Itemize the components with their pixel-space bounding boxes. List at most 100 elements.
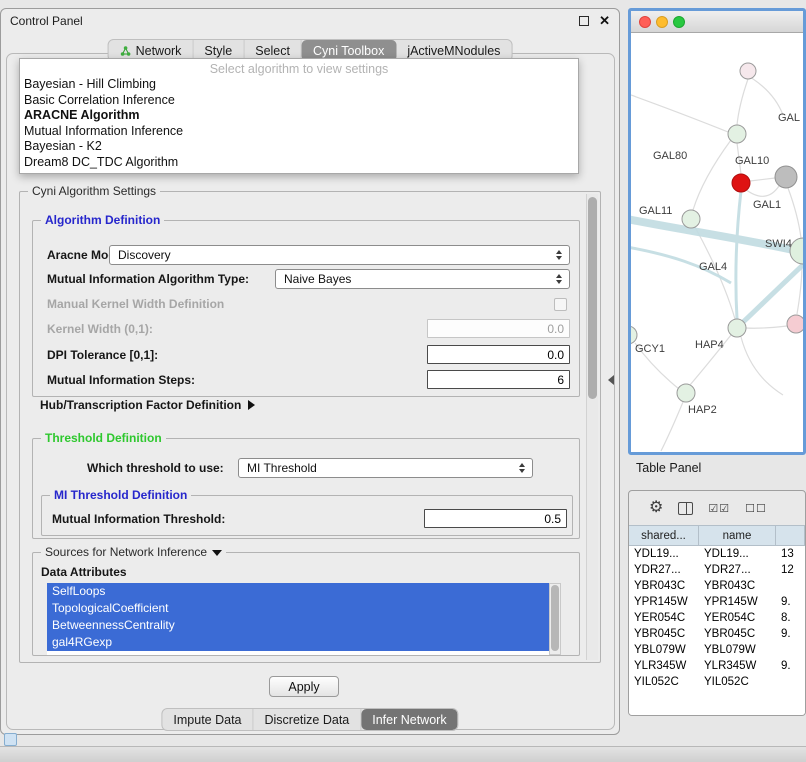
table-row[interactable]: YLR345WYLR345W9. <box>629 658 805 674</box>
select-all-icon[interactable]: ☑☑ <box>708 502 730 515</box>
table-row[interactable]: YER054CYER054C8. <box>629 610 805 626</box>
tab-impute-data[interactable]: Impute Data <box>162 709 253 730</box>
table-row[interactable]: YPR145WYPR145W9. <box>629 594 805 610</box>
settings-scrollbar-thumb[interactable] <box>588 197 597 399</box>
tab-infer-network[interactable]: Infer Network <box>361 709 457 730</box>
column-header-partial[interactable] <box>776 526 805 545</box>
column-header-name[interactable]: name <box>699 526 776 545</box>
cell <box>776 674 805 690</box>
algorithm-option[interactable]: Mutual Information Inference <box>20 124 578 140</box>
attribute-item-selected[interactable]: TopologicalCoefficient <box>47 600 549 617</box>
attribute-item-selected[interactable]: SelfLoops <box>47 583 549 600</box>
expand-right-arrow-icon[interactable] <box>248 400 255 410</box>
tab-discretize-data-label: Discretize Data <box>265 713 350 727</box>
network-node[interactable] <box>728 319 746 337</box>
algorithm-option[interactable]: Dream8 DC_TDC Algorithm <box>20 155 578 171</box>
cell: YLR345W <box>629 658 699 674</box>
sources-title-text: Sources for Network Inference <box>45 545 207 559</box>
algorithm-option[interactable]: Basic Correlation Inference <box>20 93 578 109</box>
algorithm-dropdown-popup: Select algorithm to view settings Bayesi… <box>19 58 579 174</box>
columns-icon[interactable] <box>678 502 693 515</box>
network-node[interactable] <box>740 63 756 79</box>
cyni-bottom-tabs: Impute Data Discretize Data Infer Networ… <box>161 708 458 731</box>
network-window-titlebar[interactable] <box>631 11 803 33</box>
data-attributes-label: Data Attributes <box>41 565 127 579</box>
cell: 8. <box>776 610 805 626</box>
mi-steps-field[interactable] <box>427 370 570 389</box>
minimize-traffic-light[interactable] <box>656 16 668 28</box>
network-node[interactable] <box>682 210 700 228</box>
control-panel-window: Control Panel ✕ Network Style Select Cyn… <box>0 8 620 735</box>
mi-threshold-label: Mutual Information Threshold: <box>52 512 225 526</box>
cell: 9. <box>776 594 805 610</box>
attribute-item-selected[interactable]: gal4RGexp <box>47 634 549 651</box>
network-node[interactable] <box>631 326 637 344</box>
panel-collapse-arrow-icon[interactable] <box>608 375 614 385</box>
close-window-icon[interactable]: ✕ <box>599 13 610 29</box>
network-node[interactable] <box>677 384 695 402</box>
which-threshold-combo[interactable]: MI Threshold <box>238 458 533 478</box>
collapse-down-arrow-icon[interactable] <box>212 550 222 556</box>
apply-button[interactable]: Apply <box>269 676 339 697</box>
manual-kernel-checkbox[interactable] <box>554 298 567 311</box>
node-label: GAL4 <box>699 261 727 273</box>
algorithm-option[interactable]: Bayesian - Hill Climbing <box>20 77 578 93</box>
attributes-scrollbar[interactable] <box>549 583 561 655</box>
cell: YDL19... <box>699 546 776 562</box>
column-header-shared-name[interactable]: shared... <box>629 526 699 545</box>
table-row[interactable]: YIL052CYIL052C <box>629 674 805 690</box>
popup-placeholder[interactable]: Select algorithm to view settings <box>20 61 578 77</box>
mi-threshold-group: MI Threshold Definition Mutual Informati… <box>41 495 573 536</box>
aracne-mode-combo[interactable]: Discovery <box>109 245 570 265</box>
network-node-gray[interactable] <box>775 166 797 188</box>
attribute-item-selected[interactable]: BetweennessCentrality <box>47 617 549 634</box>
cell: YBR045C <box>699 626 776 642</box>
which-threshold-value: MI Threshold <box>239 461 515 475</box>
cell: 12 <box>776 562 805 578</box>
cell: YPR145W <box>629 594 699 610</box>
network-node-pink[interactable] <box>787 315 803 333</box>
cell: YBR045C <box>629 626 699 642</box>
cell: YBL079W <box>629 642 699 658</box>
minimized-panel-icon[interactable] <box>4 733 17 746</box>
cell: YPR145W <box>699 594 776 610</box>
table-row[interactable]: YBR043CYBR043C <box>629 578 805 594</box>
table-row[interactable]: YDR27...YDR27...12 <box>629 562 805 578</box>
network-node-red[interactable] <box>732 174 750 192</box>
settings-group-title: Cyni Algorithm Settings <box>28 184 160 198</box>
table-row[interactable]: YBL079WYBL079W <box>629 642 805 658</box>
node-label: SWI4 <box>765 238 792 250</box>
hub-definition-section[interactable]: Hub/Transcription Factor Definition <box>40 398 255 412</box>
network-node[interactable] <box>790 238 803 264</box>
cell: YBR043C <box>699 578 776 594</box>
network-canvas[interactable]: GAL GAL80 GAL10 GAL11 GAL1 SWI4 GAL4 GCY… <box>631 33 803 452</box>
network-node-labels: GAL GAL80 GAL10 GAL11 GAL1 SWI4 GAL4 GCY… <box>635 112 800 416</box>
close-traffic-light[interactable] <box>639 16 651 28</box>
kernel-width-field[interactable] <box>427 319 570 338</box>
attributes-scrollbar-thumb[interactable] <box>551 585 559 651</box>
float-window-icon[interactable] <box>579 16 589 26</box>
cell: YER054C <box>629 610 699 626</box>
tab-discretize-data[interactable]: Discretize Data <box>254 709 362 730</box>
deselect-all-icon[interactable]: ☐☐ <box>745 502 767 515</box>
node-label: GAL1 <box>753 199 781 211</box>
combo-arrows-icon <box>552 250 566 260</box>
cell: 9. <box>776 626 805 642</box>
node-label: GAL11 <box>639 205 672 217</box>
bottom-dock-bar[interactable] <box>0 746 806 762</box>
algorithm-option[interactable]: Bayesian - K2 <box>20 139 578 155</box>
table-row[interactable]: YDL19...YDL19...13 <box>629 546 805 562</box>
settings-scrollbar[interactable] <box>586 194 598 660</box>
algorithm-option-selected[interactable]: ARACNE Algorithm <box>20 108 578 124</box>
dpi-tolerance-field[interactable] <box>427 345 570 364</box>
gear-icon[interactable]: ⚙ <box>649 500 663 516</box>
aracne-mode-value: Discovery <box>110 248 552 262</box>
zoom-traffic-light[interactable] <box>673 16 685 28</box>
node-label: HAP2 <box>688 404 717 416</box>
table-toolbar: ⚙ ☑☑ ☐☐ <box>629 491 805 525</box>
mi-threshold-group-title: MI Threshold Definition <box>50 488 191 502</box>
network-node[interactable] <box>728 125 746 143</box>
mi-threshold-field[interactable] <box>424 509 567 528</box>
table-row[interactable]: YBR045CYBR045C9. <box>629 626 805 642</box>
mi-type-combo[interactable]: Naive Bayes <box>275 269 570 289</box>
